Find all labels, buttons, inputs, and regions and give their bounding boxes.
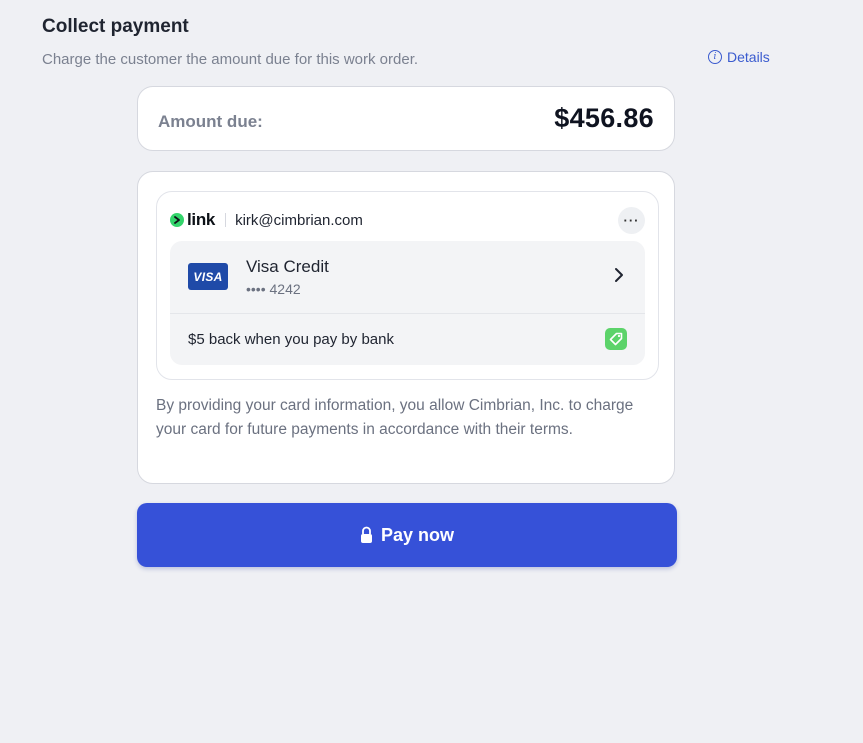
amount-due-value: $456.86 — [554, 103, 654, 133]
page-title: Collect payment — [42, 16, 189, 37]
details-label: Details — [727, 49, 770, 65]
payment-method-panel: VISA Visa Credit •••• 4242 $5 back when … — [170, 241, 645, 365]
chevron-right-icon — [615, 268, 623, 282]
lock-icon — [360, 526, 372, 543]
consent-text: By providing your card information, you … — [156, 397, 634, 438]
link-email: kirk@cimbrian.com — [235, 211, 363, 229]
saved-card-row[interactable]: VISA Visa Credit •••• 4242 — [170, 241, 645, 314]
link-logo: link — [170, 210, 215, 230]
tag-icon — [605, 328, 627, 350]
link-logo-icon — [170, 213, 184, 227]
pay-by-bank-promo[interactable]: $5 back when you pay by bank — [170, 314, 645, 365]
link-wallet: link kirk@cimbrian.com ··· VISA Visa Cre… — [156, 191, 659, 380]
payment-card: link kirk@cimbrian.com ··· VISA Visa Cre… — [137, 171, 675, 484]
amount-due-label: Amount due: — [158, 111, 263, 131]
pay-now-button[interactable]: Pay now — [137, 503, 677, 567]
promo-text: $5 back when you pay by bank — [188, 331, 394, 348]
pay-now-label: Pay now — [380, 524, 455, 545]
more-options-button[interactable]: ··· — [618, 206, 645, 234]
visa-card-icon: VISA — [188, 263, 228, 290]
amount-due-card: Amount due: $456.86 — [137, 86, 675, 151]
link-header: link kirk@cimbrian.com ··· — [170, 206, 645, 234]
card-number: •••• 4242 — [246, 281, 301, 297]
details-link[interactable]: i Details — [708, 49, 770, 65]
link-divider — [225, 213, 227, 227]
card-name: Visa Credit — [246, 257, 329, 276]
page-subtitle: Charge the customer the amount due for t… — [42, 51, 419, 68]
info-icon: i — [708, 50, 722, 64]
link-logo-text: link — [187, 210, 216, 229]
